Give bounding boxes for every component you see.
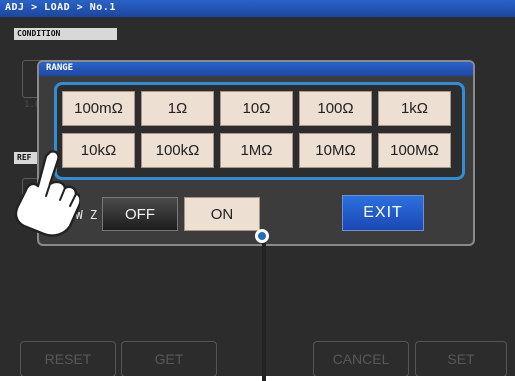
breadcrumb-bar: ADJ > LOAD > No.1	[0, 0, 515, 17]
range-button-100m-megaohm[interactable]: 100MΩ	[378, 133, 451, 168]
range-button-1m-ohm[interactable]: 1MΩ	[220, 133, 293, 168]
callout-line	[262, 236, 266, 381]
dialog-title-bar: RANGE	[39, 62, 473, 76]
range-button-1k-ohm[interactable]: 1kΩ	[378, 91, 451, 126]
range-button-10m-ohm[interactable]: 10MΩ	[299, 133, 372, 168]
condition-section-tab: CONDITION	[14, 28, 117, 40]
range-button-1-ohm[interactable]: 1Ω	[141, 91, 214, 126]
pointing-hand-icon	[14, 150, 80, 237]
dialog-title: RANGE	[46, 63, 74, 73]
range-button-100m-ohm[interactable]: 100mΩ	[62, 91, 135, 126]
range-button-group: 100mΩ 1Ω 10Ω 100Ω 1kΩ 10kΩ 100kΩ 1MΩ 10M…	[54, 82, 465, 180]
exit-button[interactable]: EXIT	[342, 195, 424, 231]
range-button-100k-ohm[interactable]: 100kΩ	[141, 133, 214, 168]
low-z-off-button[interactable]: OFF	[102, 197, 178, 231]
range-dialog: RANGE 100mΩ 1Ω 10Ω 100Ω 1kΩ 10kΩ 100kΩ 1…	[37, 60, 475, 246]
reset-button[interactable]: RESET	[20, 341, 116, 376]
range-button-100-ohm[interactable]: 100Ω	[299, 91, 372, 126]
low-z-on-button[interactable]: ON	[184, 197, 260, 231]
get-button[interactable]: GET	[121, 341, 217, 376]
range-button-10-ohm[interactable]: 10Ω	[220, 91, 293, 126]
cancel-button[interactable]: CANCEL	[313, 341, 409, 376]
breadcrumb: ADJ > LOAD > No.1	[5, 2, 116, 13]
callout-dot-icon	[255, 229, 269, 243]
set-button[interactable]: SET	[415, 341, 507, 376]
